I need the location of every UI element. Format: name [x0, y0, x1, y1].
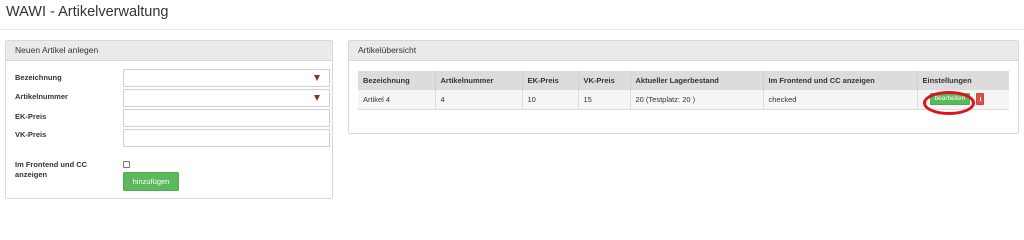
- cell-ek-preis: 10: [522, 90, 579, 110]
- cell-bezeichnung: Artikel 4: [358, 90, 436, 110]
- col-lagerbestand: Aktueller Lagerbestand: [630, 71, 764, 90]
- label-ek-preis: EK-Preis: [15, 112, 47, 121]
- bezeichnung-input[interactable]: [123, 69, 330, 87]
- cell-einstellungen: bearbeiten: [917, 90, 1009, 110]
- cell-artikelnummer: 4: [435, 90, 523, 110]
- table-row: Artikel 4 4 10 15 20 (Testplatz: 20 ) ch…: [358, 90, 1009, 110]
- cell-lagerbestand: 20 (Testplatz: 20 ): [630, 90, 764, 110]
- col-artikelnummer: Artikelnummer: [435, 71, 523, 90]
- col-ek-preis: EK-Preis: [522, 71, 579, 90]
- autofill-key-icon[interactable]: [314, 95, 320, 101]
- label-bezeichnung: Bezeichnung: [15, 73, 62, 82]
- add-article-button[interactable]: hinzufügen: [123, 172, 179, 191]
- cell-frontend: checked: [763, 90, 918, 110]
- new-article-heading: Neuen Artikel anlegen: [6, 41, 332, 61]
- label-artikelnummer: Artikelnummer: [15, 92, 68, 101]
- col-vk-preis: VK-Preis: [578, 71, 631, 90]
- col-bezeichnung: Bezeichnung: [358, 71, 436, 90]
- vk-preis-input[interactable]: [123, 129, 330, 147]
- overview-heading: Artikelübersicht: [349, 41, 1018, 61]
- col-einstellungen: Einstellungen: [917, 71, 1009, 90]
- artikelnummer-input[interactable]: [123, 89, 330, 107]
- app-title: WAWI - Artikelverwaltung: [6, 4, 169, 20]
- new-article-panel: Neuen Artikel anlegen Bezeichnung Artike…: [5, 40, 333, 199]
- article-table: Bezeichnung Artikelnummer EK-Preis VK-Pr…: [358, 71, 1009, 110]
- overview-panel: Artikelübersicht Bezeichnung Artikelnumm…: [348, 40, 1019, 134]
- label-vk-preis: VK-Preis: [15, 130, 47, 139]
- ek-preis-input[interactable]: [123, 109, 330, 127]
- edit-button[interactable]: bearbeiten: [929, 93, 971, 106]
- cell-vk-preis: 15: [578, 90, 631, 110]
- label-frontend: Im Frontend und CC anzeigen: [15, 160, 88, 179]
- col-frontend: Im Frontend und CC anzeigen: [763, 71, 918, 90]
- autofill-key-icon[interactable]: [314, 75, 320, 81]
- delete-icon[interactable]: [976, 93, 985, 106]
- title-divider: [0, 29, 1024, 30]
- table-header-row: Bezeichnung Artikelnummer EK-Preis VK-Pr…: [358, 71, 1009, 90]
- frontend-checkbox[interactable]: [123, 161, 130, 168]
